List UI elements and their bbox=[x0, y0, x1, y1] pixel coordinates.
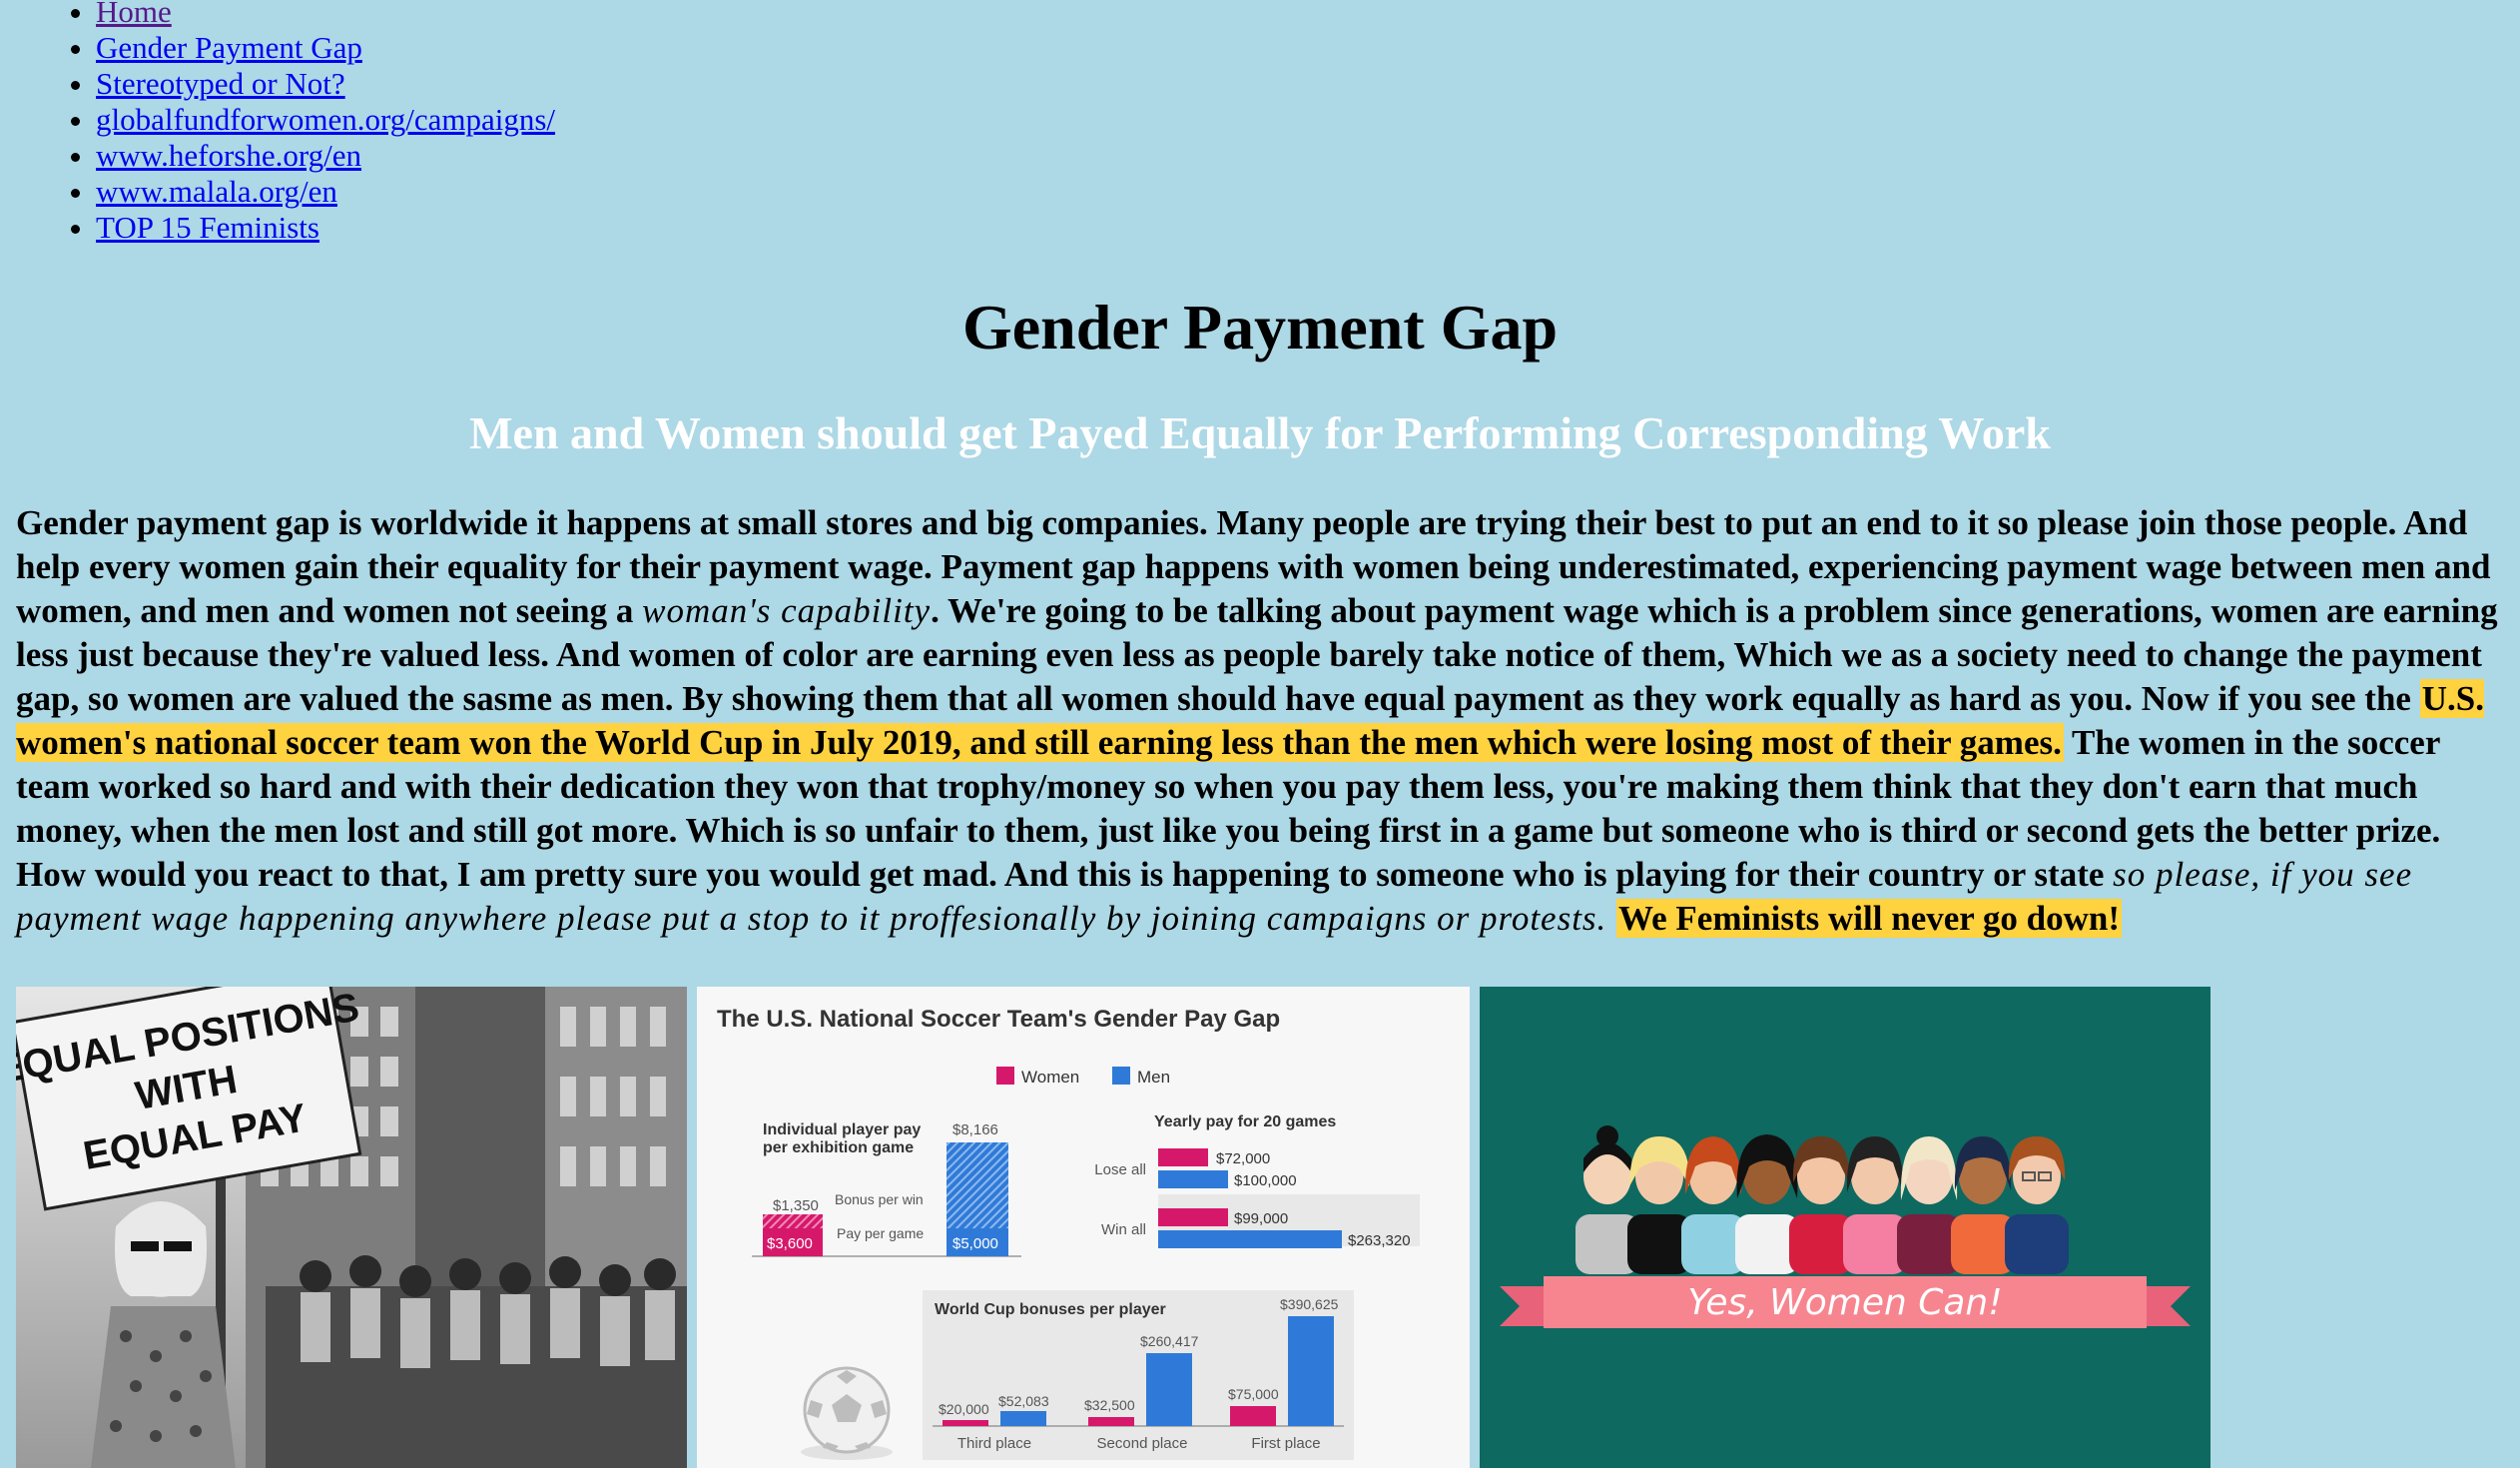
body-paragraph: Gender payment gap is worldwide it happe… bbox=[16, 501, 2512, 941]
bar-first-women bbox=[1230, 1406, 1276, 1426]
nav-item: Gender Payment Gap bbox=[96, 30, 555, 66]
highlight-feminists: We Feminists will never go down! bbox=[1616, 899, 2123, 938]
group-label-second: Second place bbox=[1097, 1435, 1188, 1452]
nav-link-home[interactable]: Home bbox=[96, 0, 172, 29]
legend-women: Women bbox=[1021, 1068, 1079, 1087]
nav-item: www.malala.org/en bbox=[96, 174, 555, 210]
bar-win-women bbox=[1158, 1208, 1228, 1226]
bar-lose-men bbox=[1158, 1170, 1228, 1188]
protest-photo-art: EQUAL POSITIONS WITH EQUAL PAY bbox=[16, 987, 687, 1468]
group-label-third: Third place bbox=[957, 1435, 1031, 1452]
value-third-men: $52,083 bbox=[998, 1393, 1049, 1409]
pay-per-game-label: Pay per game bbox=[837, 1225, 924, 1241]
value-lose-men: $100,000 bbox=[1234, 1172, 1297, 1189]
panel3-title: World Cup bonuses per player bbox=[935, 1301, 1166, 1318]
legend-men: Men bbox=[1137, 1068, 1170, 1087]
bar-first-men bbox=[1288, 1316, 1334, 1426]
chart-title: The U.S. National Soccer Team's Gender P… bbox=[717, 1006, 1280, 1033]
value-second-men: $260,417 bbox=[1140, 1333, 1199, 1349]
bar-second-women bbox=[1088, 1417, 1134, 1426]
pay-gap-infographic: The U.S. National Soccer Team's Gender P… bbox=[697, 987, 1470, 1468]
bar-men-bonus bbox=[946, 1142, 1008, 1228]
value-second-women: $32,500 bbox=[1084, 1397, 1135, 1413]
nav-link-gender-payment-gap[interactable]: Gender Payment Gap bbox=[96, 30, 362, 65]
group-label-first: First place bbox=[1251, 1435, 1320, 1452]
label-women-bonus: $1,350 bbox=[773, 1197, 819, 1214]
paragraph-italic: woman's capability bbox=[642, 591, 932, 630]
nav-item: Stereotyped or Not? bbox=[96, 66, 555, 102]
value-first-men: $390,625 bbox=[1280, 1296, 1339, 1312]
nav-link-globalfundforwomen[interactable]: globalfundforwomen.org/campaigns/ bbox=[96, 102, 555, 137]
protest-photo: EQUAL POSITIONS WITH EQUAL PAY bbox=[16, 987, 687, 1468]
panel2-title: Yearly pay for 20 games bbox=[1154, 1113, 1336, 1130]
page-title: Gender Payment Gap bbox=[961, 292, 1559, 363]
nav-link-heforshe[interactable]: www.heforshe.org/en bbox=[96, 138, 361, 173]
nav-item: globalfundforwomen.org/campaigns/ bbox=[96, 102, 555, 138]
value-third-women: $20,000 bbox=[939, 1401, 989, 1417]
nav-item: TOP 15 Feminists bbox=[96, 210, 555, 246]
page-subtitle: Men and Women should get Payed Equally f… bbox=[469, 407, 2051, 458]
value-first-women: $75,000 bbox=[1228, 1386, 1279, 1402]
yes-women-can-illustration: Yes, Women Can! bbox=[1480, 987, 2210, 1468]
banner-text: Yes, Women Can! bbox=[1687, 1282, 2002, 1323]
bar-win-men bbox=[1158, 1230, 1342, 1248]
pay-gap-chart: The U.S. National Soccer Team's Gender P… bbox=[697, 987, 1470, 1468]
bar-second-men bbox=[1146, 1353, 1192, 1426]
nav-item: Home bbox=[96, 0, 555, 30]
bar-women-bonus bbox=[763, 1214, 823, 1228]
bar-lose-women bbox=[1158, 1148, 1208, 1166]
nav-link-stereotyped[interactable]: Stereotyped or Not? bbox=[96, 66, 345, 101]
value-lose-women: $72,000 bbox=[1216, 1150, 1270, 1167]
paragraph-text: . bbox=[1596, 899, 1617, 938]
row-label-win-all: Win all bbox=[1101, 1221, 1146, 1238]
nav-link-malala[interactable]: www.malala.org/en bbox=[96, 174, 337, 209]
panel1-title: per exhibition game bbox=[763, 1139, 914, 1156]
nav-link-top-15-feminists[interactable]: TOP 15 Feminists bbox=[96, 210, 319, 245]
bar-third-men bbox=[1000, 1411, 1046, 1426]
panel1-title: Individual player pay bbox=[763, 1121, 921, 1138]
value-win-women: $99,000 bbox=[1234, 1210, 1288, 1227]
row-label-lose-all: Lose all bbox=[1094, 1161, 1146, 1178]
nav-item: www.heforshe.org/en bbox=[96, 138, 555, 174]
label-men-pay: $5,000 bbox=[952, 1235, 998, 1252]
value-win-men: $263,320 bbox=[1348, 1232, 1411, 1249]
nav-list: Home Gender Payment Gap Stereotyped or N… bbox=[60, 0, 555, 246]
legend-swatch-women bbox=[996, 1067, 1014, 1085]
women-group-art: Yes, Women Can! bbox=[1480, 987, 2210, 1468]
bonus-per-win-label: Bonus per win bbox=[835, 1191, 924, 1207]
label-women-pay: $3,600 bbox=[767, 1235, 813, 1252]
bar-third-women bbox=[943, 1420, 988, 1426]
legend-swatch-men bbox=[1112, 1067, 1130, 1085]
label-men-bonus: $8,166 bbox=[952, 1121, 998, 1138]
